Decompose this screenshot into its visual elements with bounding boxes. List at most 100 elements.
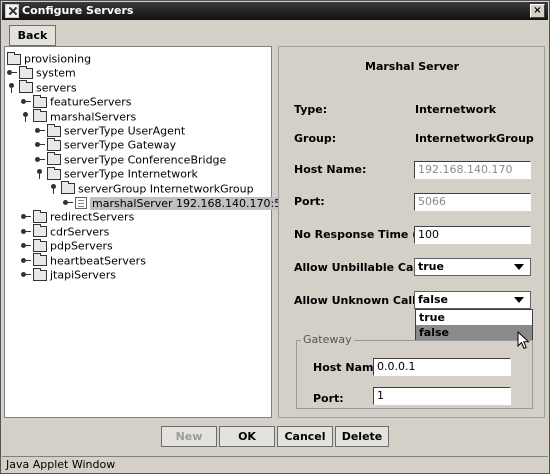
tree-node-label: provisioning	[24, 52, 92, 66]
tree-node[interactable]: serverGroup InternetworkGroup	[49, 181, 254, 196]
port-field[interactable]: 5066	[414, 193, 531, 211]
folder-icon	[47, 123, 61, 137]
tree-node[interactable]: serverType Internetwork	[35, 166, 198, 181]
folder-icon	[47, 166, 61, 180]
folder-icon	[33, 253, 47, 267]
status-bar: Java Applet Window	[2, 456, 548, 472]
tree-collapsed-handle-icon[interactable]	[21, 270, 31, 280]
tree-node-label: pdpServers	[50, 239, 113, 253]
tree-collapsed-handle-icon[interactable]	[7, 68, 17, 78]
tree-node[interactable]: serverType UserAgent	[35, 123, 186, 138]
folder-icon	[33, 267, 47, 281]
group-label: Group:	[294, 132, 337, 145]
folder-icon	[33, 224, 47, 238]
new-button[interactable]: New	[161, 426, 217, 447]
no-response-time-field[interactable]: 100	[414, 226, 531, 244]
tree-collapsed-handle-icon[interactable]	[21, 212, 31, 222]
tree-node[interactable]: jtapiServers	[21, 267, 116, 282]
title-bar: Configure Servers ×	[2, 2, 548, 20]
java-app-icon	[5, 4, 19, 18]
port-label: Port:	[294, 195, 325, 208]
tree-node[interactable]: cdrServers	[21, 224, 110, 239]
tree-node[interactable]: marshalServer 192.168.140.170:5066	[63, 196, 305, 210]
tree-node[interactable]: marshalServers	[21, 109, 137, 124]
tree-node-label: system	[36, 66, 76, 80]
tree-expanded-handle-icon[interactable]	[49, 183, 59, 194]
window-title: Configure Servers	[22, 4, 134, 17]
folder-icon	[33, 109, 47, 123]
allow-unbillable-calls-label: Allow Unbillable Calls:	[294, 261, 432, 274]
folder-icon	[47, 152, 61, 166]
folder-icon	[19, 65, 33, 79]
folder-icon	[61, 181, 75, 195]
gateway-host-name-field[interactable]: 0.0.0.1	[373, 358, 511, 376]
tree-collapsed-handle-icon[interactable]	[21, 256, 31, 266]
marshal-server-detail-panel: Marshal Server Type: Internetwork Group:…	[278, 46, 545, 418]
ok-button[interactable]: OK	[219, 426, 275, 447]
gateway-port-label: Port:	[313, 392, 344, 405]
back-button[interactable]: Back	[9, 25, 56, 46]
tree-collapsed-handle-icon[interactable]	[21, 97, 31, 107]
server-tree[interactable]: provisioning system servers featureServers m…	[4, 46, 305, 418]
chevron-down-icon	[514, 297, 524, 303]
delete-button[interactable]: Delete	[335, 426, 389, 447]
detail-heading: Marshal Server	[365, 60, 460, 73]
folder-icon	[7, 51, 21, 65]
tree-node-label: serverType UserAgent	[64, 124, 186, 138]
close-button[interactable]: ×	[530, 4, 545, 18]
allow-unknown-callers-value: false	[418, 293, 448, 306]
tree-node-label: featureServers	[50, 95, 132, 109]
tree-collapsed-handle-icon[interactable]	[21, 227, 31, 237]
server-leaf-icon	[75, 197, 87, 209]
gateway-legend: Gateway	[301, 333, 354, 346]
group-value: InternetworkGroup	[415, 132, 534, 145]
allow-unknown-callers-select[interactable]: false	[414, 291, 531, 309]
option-true[interactable]: true	[416, 310, 532, 325]
tree-node[interactable]: system	[7, 65, 76, 80]
tree-collapsed-handle-icon[interactable]	[35, 126, 45, 136]
tree-expanded-handle-icon[interactable]	[7, 82, 17, 93]
folder-icon	[19, 80, 33, 94]
tree-collapsed-handle-icon[interactable]	[63, 198, 73, 208]
allow-unbillable-calls-value: true	[418, 260, 444, 273]
tree-node[interactable]: pdpServers	[21, 238, 113, 253]
type-value: Internetwork	[415, 103, 497, 116]
tree-node[interactable]: featureServers	[21, 94, 132, 109]
tree-node[interactable]: heartbeatServers	[21, 253, 146, 268]
tree-collapsed-handle-icon[interactable]	[35, 155, 45, 165]
folder-icon	[33, 94, 47, 108]
option-false[interactable]: false	[416, 325, 532, 340]
gateway-group: Gateway Host Name: 0.0.0.1 Port: 1	[296, 333, 533, 409]
tree-node-label: cdrServers	[50, 225, 110, 239]
tree-node[interactable]: provisioning	[7, 51, 92, 66]
tree-node-label: jtapiServers	[50, 268, 116, 282]
mouse-cursor-icon	[517, 331, 530, 350]
tree-node[interactable]: serverType ConferenceBridge	[35, 152, 227, 167]
tree-node-label: marshalServer 192.168.140.170:5066	[90, 196, 305, 210]
tree-node[interactable]: redirectServers	[21, 209, 135, 224]
gateway-port-field[interactable]: 1	[373, 387, 511, 405]
folder-icon	[33, 209, 47, 223]
tree-node[interactable]: serverType Gateway	[35, 137, 177, 152]
tree-expanded-handle-icon[interactable]	[21, 111, 31, 122]
tree-node-label: serverType ConferenceBridge	[64, 153, 227, 167]
host-name-field[interactable]: 192.168.140.170	[414, 161, 531, 179]
chevron-down-icon	[514, 264, 524, 270]
tree-node[interactable]: servers	[7, 80, 77, 95]
host-name-label: Host Name:	[294, 163, 367, 176]
allow-unbillable-calls-select[interactable]: true	[414, 258, 531, 276]
tree-node-label: serverType Internetwork	[64, 167, 198, 181]
cancel-button[interactable]: Cancel	[277, 426, 333, 447]
folder-icon	[47, 137, 61, 151]
allow-unknown-callers-options[interactable]: true false	[415, 309, 533, 341]
folder-icon	[33, 238, 47, 252]
tree-expanded-handle-icon[interactable]	[35, 169, 45, 180]
tree-node-label: redirectServers	[50, 210, 135, 224]
tree-node-label: serverGroup InternetworkGroup	[78, 182, 254, 196]
tree-node-label: serverType Gateway	[64, 138, 177, 152]
tree-collapsed-handle-icon[interactable]	[35, 140, 45, 150]
tree-node-label: servers	[36, 81, 77, 95]
tree-collapsed-handle-icon[interactable]	[21, 241, 31, 251]
tree-node-label: marshalServers	[50, 110, 137, 124]
tree-node-label: heartbeatServers	[50, 254, 146, 268]
